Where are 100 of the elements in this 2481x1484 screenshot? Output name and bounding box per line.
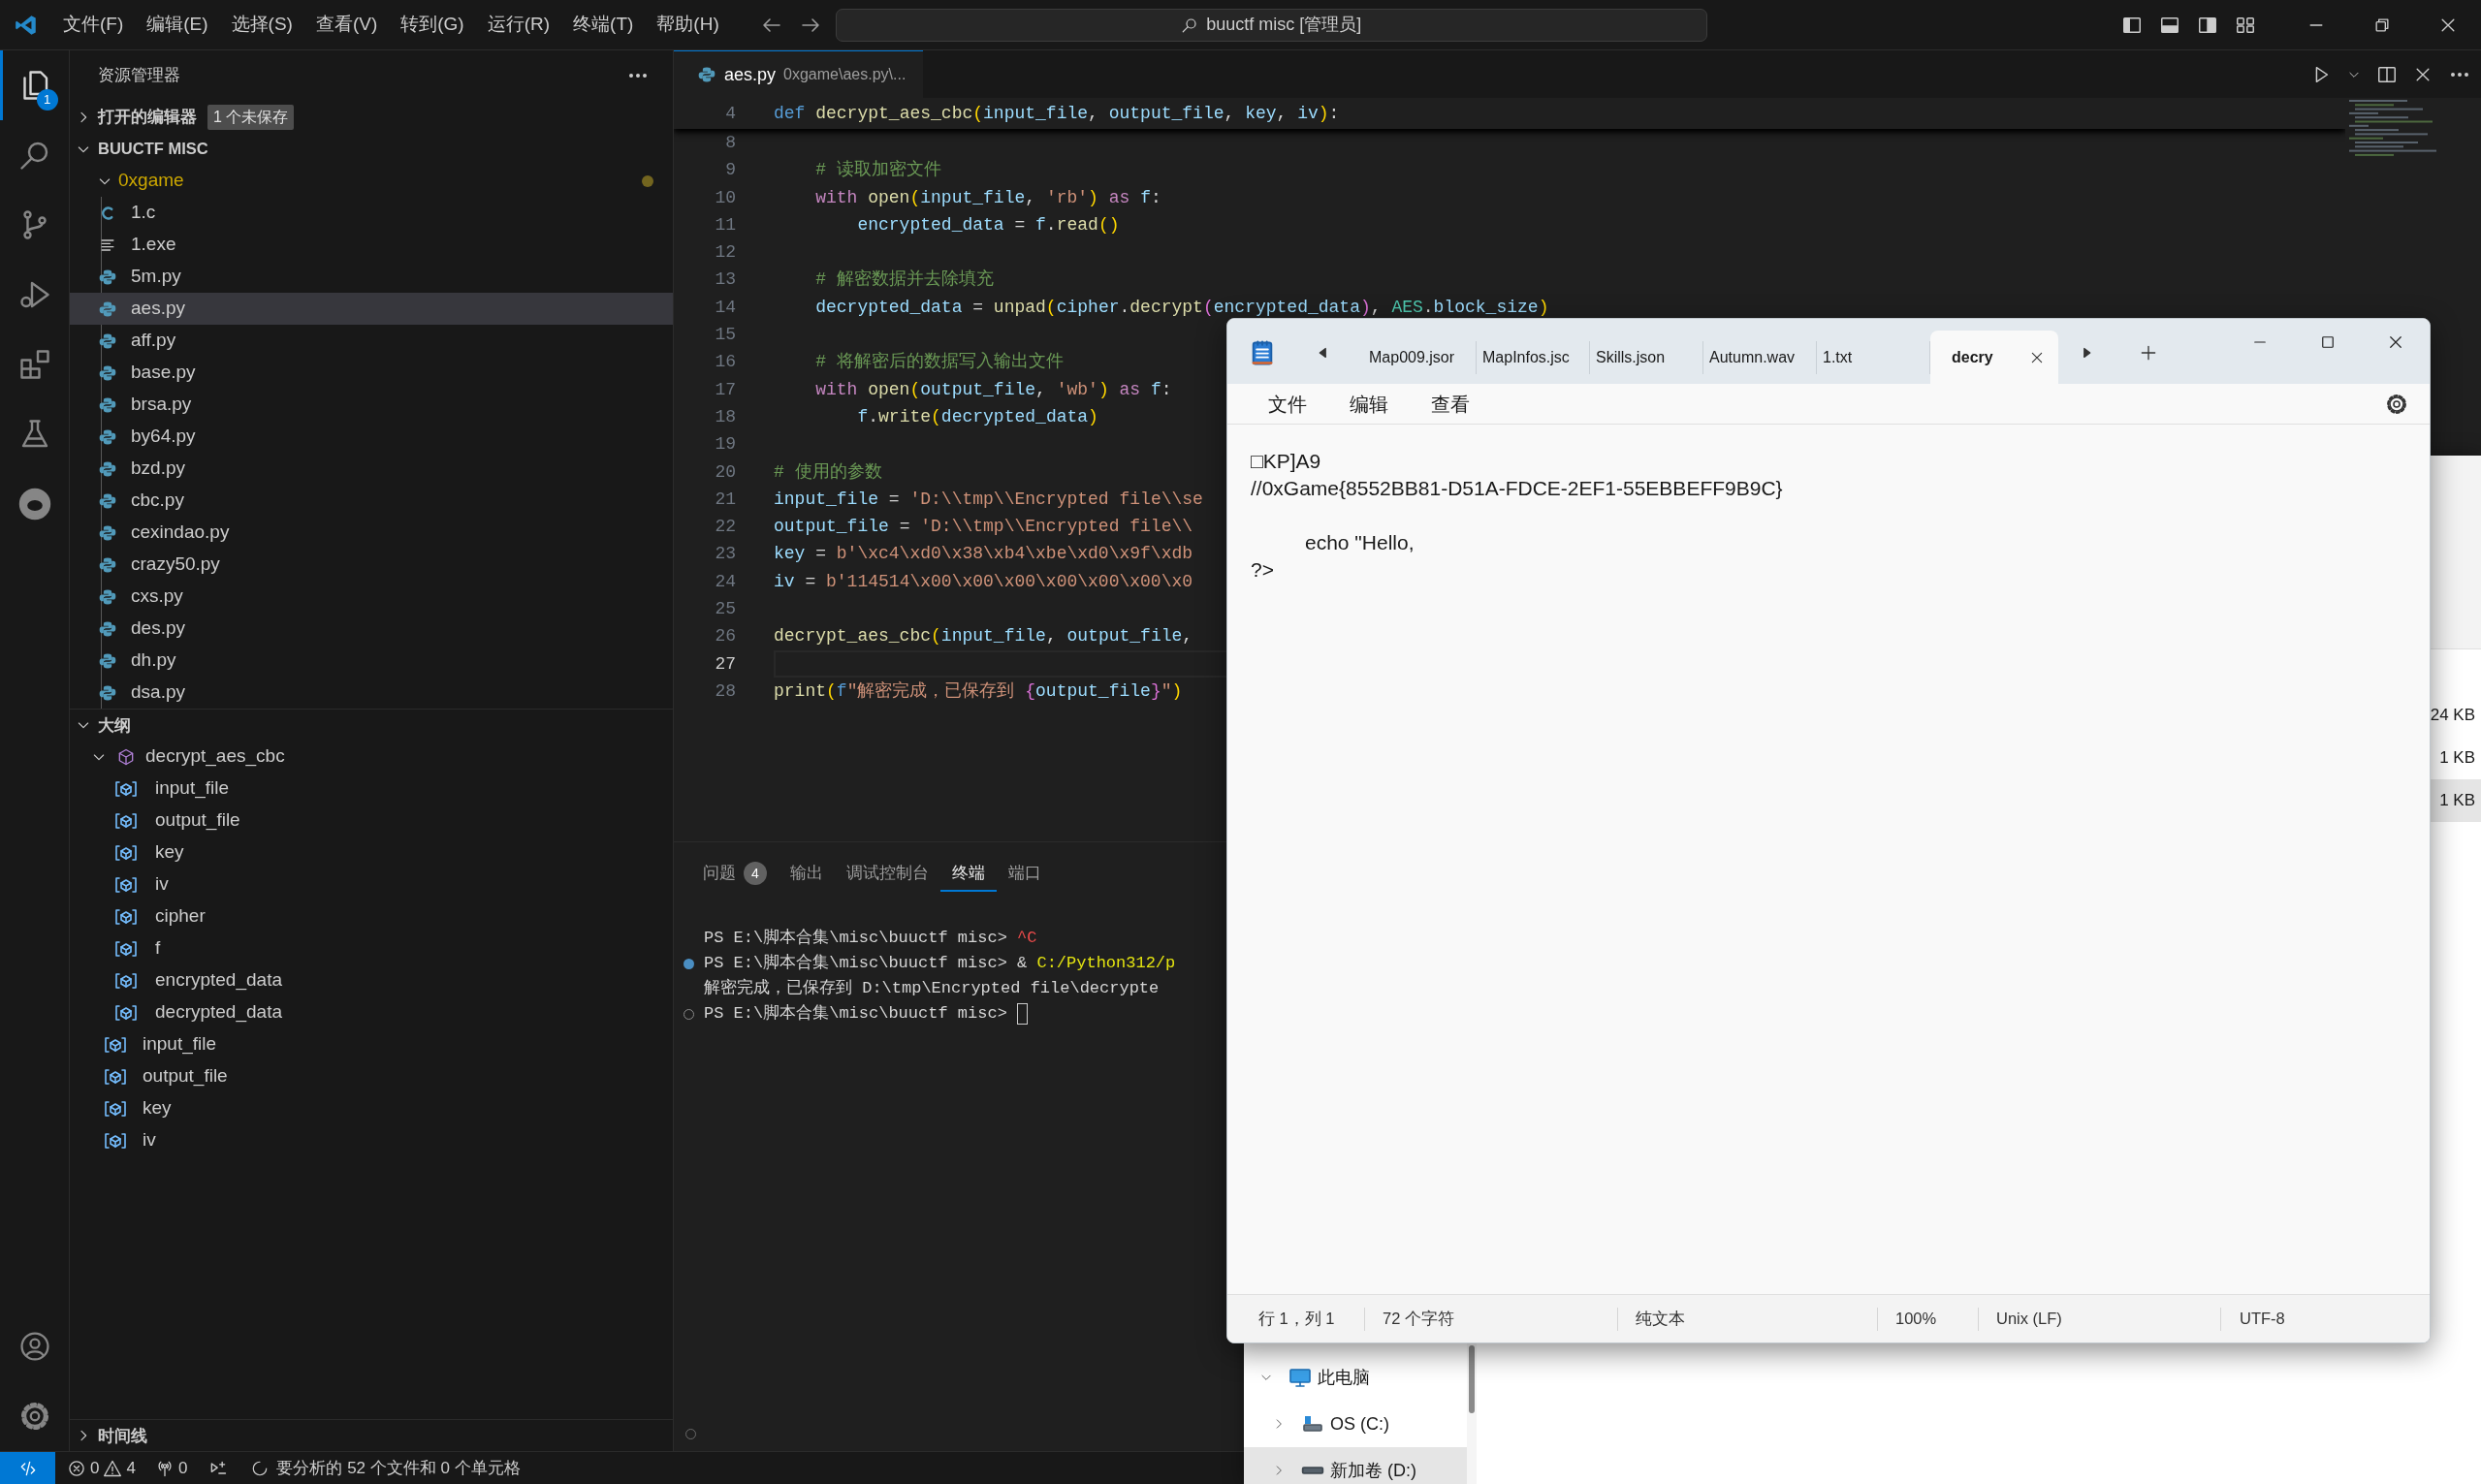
file-row[interactable]: 5m.py: [70, 261, 673, 293]
outline-item[interactable]: decrypted_data: [70, 996, 673, 1028]
file-row[interactable]: cexindao.py: [70, 517, 673, 549]
line-number: 26: [714, 625, 736, 648]
file-row[interactable]: dsa.py: [70, 677, 673, 709]
code-line: decrypt_aes_cbc(input_file, output_file,: [774, 625, 1193, 648]
outline-item[interactable]: iv: [70, 1124, 673, 1156]
menu-item[interactable]: 编辑: [1338, 389, 1400, 419]
section-header[interactable]: 大纲: [70, 709, 673, 741]
scrollbar-thumb[interactable]: [1469, 1345, 1475, 1413]
terminal-line: 解密完成，已保存到 D:\tmp\Encrypted file\decrypte: [704, 977, 1160, 999]
panel-tab[interactable]: 输出: [779, 855, 835, 892]
document-text[interactable]: □KP]A9 //0xGame{8552BB81-D51A-FDCE-2EF1-55EBBEFF9B9C} echo "Hello, ?>: [1227, 425, 2430, 1294]
spinner-icon: [251, 1459, 270, 1477]
file-row[interactable]: 1.c: [70, 197, 673, 229]
outline-item[interactable]: output_file: [70, 805, 673, 837]
new-tab-icon[interactable]: [2139, 343, 2158, 363]
menu-item[interactable]: 查看: [1419, 389, 1481, 419]
section-title: 时间线: [98, 1425, 147, 1446]
document-tab[interactable]: Autumn.wav: [1703, 341, 1817, 374]
line-number: 27: [714, 652, 736, 676]
folder-row[interactable]: 0xgame: [70, 165, 673, 197]
error-icon: [67, 1458, 86, 1478]
status-text: 72 个字符: [1365, 1307, 1618, 1331]
menu-item[interactable]: 终端(T): [561, 11, 646, 39]
code-line: print(f"解密完成，已保存到 {output_file}"): [774, 679, 1183, 703]
code-line: decrypted_data = unpad(cipher.decrypt(encrypted_data), AES.block_size): [814, 296, 1549, 319]
outline-item[interactable]: key: [70, 1092, 673, 1124]
document-tab[interactable]: Skills.json: [1590, 341, 1703, 374]
outline-item[interactable]: encrypted_data: [70, 964, 673, 996]
file-row[interactable]: aes.py: [70, 293, 673, 325]
document-tab[interactable]: Map009.jsor: [1363, 341, 1477, 374]
line-number: 17: [714, 378, 736, 401]
outline-item[interactable]: input_file: [70, 773, 673, 805]
command-search-field[interactable]: buuctf misc [管理员]: [835, 8, 1707, 42]
file-row[interactable]: 1.exe: [70, 229, 673, 261]
remote-button[interactable]: [0, 1451, 55, 1484]
menu-item[interactable]: 转到(G): [389, 11, 476, 39]
outline-item[interactable]: output_file: [70, 1060, 673, 1092]
code-line: # 解密数据并去除填充: [814, 268, 994, 292]
file-size: 1 KB: [2438, 747, 2476, 770]
menu-item[interactable]: 文件(F): [51, 11, 136, 39]
line-number: 23: [714, 543, 736, 566]
file-row[interactable]: bzd.py: [70, 453, 673, 485]
ports-status[interactable]: 0: [154, 1455, 188, 1481]
file-row[interactable]: base.py: [70, 357, 673, 389]
line-number: 14: [714, 296, 736, 319]
file-row[interactable]: aff.py: [70, 325, 673, 357]
line-number: 28: [714, 679, 736, 703]
outline-item[interactable]: decrypt_aes_cbc: [70, 741, 673, 773]
document-tab[interactable]: decry: [1930, 331, 2058, 384]
line-number: 24: [714, 570, 736, 593]
menu-item[interactable]: 帮助(H): [645, 11, 731, 39]
menu-item[interactable]: 查看(V): [303, 11, 390, 39]
editor-tab[interactable]: aes.py 0xgame\aes.py\...: [674, 50, 924, 98]
code-line: # 将解密后的数据写入输出文件: [814, 351, 1064, 374]
panel-tab[interactable]: 问题 4: [691, 855, 779, 892]
panel-tab[interactable]: 终端: [940, 855, 997, 892]
nav-item[interactable]: OS (C:): [1244, 1401, 1467, 1447]
panel-tab[interactable]: 调试控制台: [835, 855, 940, 892]
account-icon[interactable]: [17, 1330, 51, 1363]
line-number: 13: [714, 268, 736, 292]
file-row[interactable]: cxs.py: [70, 581, 673, 613]
code-line: key = b'\xc4\xd0\x38\xb4\xbe\xd0\x9f\xdb: [774, 543, 1193, 566]
settings-icon[interactable]: [2385, 392, 2408, 416]
line-number: 9: [724, 159, 736, 182]
outline-item[interactable]: input_file: [70, 1028, 673, 1060]
section-header[interactable]: 打开的编辑器 1 个未保存: [70, 101, 673, 133]
file-row[interactable]: des.py: [70, 613, 673, 645]
search-icon: [1181, 16, 1199, 34]
warning-icon: [103, 1458, 123, 1478]
round-extension-icon[interactable]: [16, 487, 52, 521]
terminal-line: PS E:\脚本合集\misc\buuctf misc> & C:/Python312/p: [704, 953, 1176, 974]
file-row[interactable]: by64.py: [70, 421, 673, 453]
outline-item[interactable]: key: [70, 837, 673, 868]
line-number: 19: [714, 433, 736, 457]
menu-item[interactable]: 编辑(E): [135, 11, 220, 39]
menu-item[interactable]: 运行(R): [475, 11, 562, 39]
file-row[interactable]: brsa.py: [70, 389, 673, 421]
outline-item[interactable]: cipher: [70, 900, 673, 932]
file-row[interactable]: dh.py: [70, 645, 673, 677]
drive-icon: [1301, 1467, 1324, 1474]
file-row[interactable]: crazy50.py: [70, 549, 673, 581]
outline-item[interactable]: f: [70, 932, 673, 964]
nav-item[interactable]: 此电脑: [1244, 1354, 1467, 1401]
nav-item[interactable]: 新加卷 (D:): [1244, 1447, 1467, 1484]
code-line: f.write(decrypted_data): [856, 405, 1098, 428]
problems-status[interactable]: 0 4: [67, 1455, 136, 1481]
menu-item[interactable]: 文件: [1256, 389, 1319, 419]
close-icon[interactable]: [2387, 333, 2404, 351]
file-row[interactable]: cbc.py: [70, 485, 673, 517]
analysis-status[interactable]: 要分析的 52 个文件和 0 个单元格: [251, 1455, 521, 1481]
maximize-icon[interactable]: [2319, 333, 2337, 351]
outline-item[interactable]: iv: [70, 868, 673, 900]
code-line: # 使用的参数: [774, 460, 882, 484]
file-size: 24 KB: [2429, 705, 2476, 727]
document-tab[interactable]: MapInfos.jsc: [1477, 341, 1590, 374]
panel-tab[interactable]: 端口: [997, 855, 1053, 892]
section-header[interactable]: BUUCTF MISC: [70, 133, 673, 165]
menu-item[interactable]: 选择(S): [219, 11, 304, 39]
